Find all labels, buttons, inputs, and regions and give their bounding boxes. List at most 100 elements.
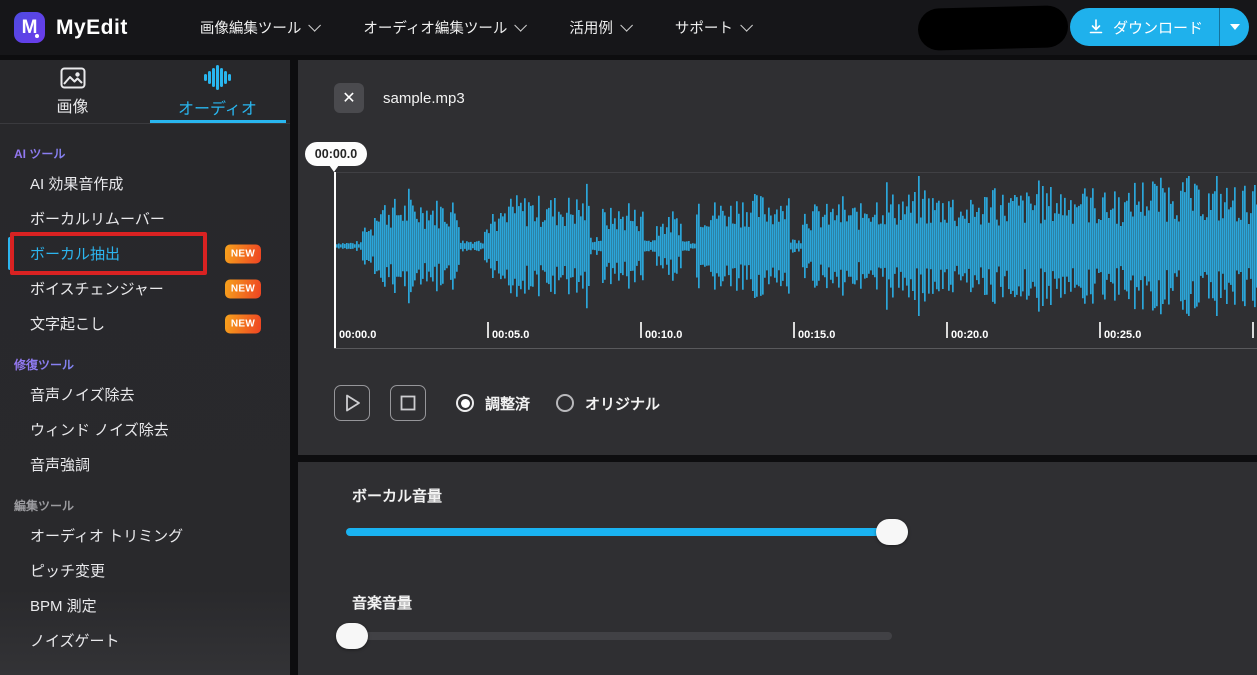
slider-track[interactable] — [336, 632, 892, 640]
sidebar-item[interactable]: ボイスチェンジャーNEW — [0, 271, 290, 306]
timeline-tick — [793, 322, 795, 338]
tooltip-pointer — [329, 165, 339, 172]
radio-label: オリジナル — [585, 393, 660, 414]
audio-waveform-icon — [204, 65, 231, 91]
download-options-button[interactable] — [1219, 8, 1249, 46]
timeline-tick-label: 00:15.0 — [798, 329, 835, 341]
chevron-down-icon — [740, 19, 753, 32]
radio-original[interactable]: オリジナル — [556, 393, 660, 414]
menu-label: サポート — [675, 17, 733, 38]
new-badge: NEW — [225, 314, 261, 333]
play-icon — [341, 392, 363, 414]
sidebar-item[interactable]: 音声強調 — [0, 447, 290, 482]
sidebar-item-active[interactable]: ボーカル抽出 NEW — [0, 236, 290, 271]
new-badge: NEW — [225, 279, 261, 298]
timeline-tick-label: 00:10.0 — [645, 329, 682, 341]
slider-track[interactable] — [346, 528, 908, 536]
sidebar-item-label: ピッチ変更 — [30, 560, 105, 581]
triangle-down-icon — [1230, 24, 1240, 30]
vocal-volume-slider[interactable] — [346, 518, 908, 546]
menu-image-tools[interactable]: 画像編集ツール — [200, 17, 318, 38]
editor-panel: ✕ sample.mp3 00:00.000:05.000:10.000:15.… — [298, 60, 1257, 455]
myedit-logo-icon: M — [14, 12, 45, 43]
music-volume-slider[interactable] — [336, 622, 892, 650]
image-icon — [60, 67, 86, 89]
waveform[interactable] — [334, 172, 1257, 348]
download-button[interactable]: ダウンロード — [1070, 8, 1219, 46]
waveform-graphic — [334, 173, 1257, 349]
myedit-app: M MyEdit 画像編集ツール オーディオ編集ツール 活用例 サポート — [0, 0, 1257, 675]
sidebar-item[interactable]: ボーカルリムーバー — [0, 201, 290, 236]
slider-label: 音楽音量 — [352, 592, 412, 613]
menu-use-cases[interactable]: 活用例 — [569, 17, 629, 38]
sidebar-tabs: 画像 オーディオ — [0, 60, 290, 124]
sidebar-section-title: 修復ツール — [0, 351, 290, 377]
preview-mode-radios: 調整済 オリジナル — [456, 385, 660, 421]
sidebar-sections: AI ツールAI 効果音作成ボーカルリムーバーボーカル抽出NEWボイスチェンジャ… — [0, 124, 290, 658]
radio-selected-icon — [456, 394, 474, 412]
sidebar-item-label: ボーカル抽出 — [30, 243, 120, 264]
menu-label: 画像編集ツール — [200, 17, 302, 38]
sidebar-item-label: ウィンド ノイズ除去 — [30, 419, 169, 440]
stop-button[interactable] — [390, 385, 426, 421]
menu-label: オーディオ編集ツール — [363, 17, 507, 38]
tab-audio-label: オーディオ — [178, 95, 257, 119]
close-file-button[interactable]: ✕ — [334, 83, 364, 113]
sidebar-item-label: 音声強調 — [30, 454, 90, 475]
timeline-tick-label: 00:25.0 — [1104, 329, 1141, 341]
radio-adjusted[interactable]: 調整済 — [456, 393, 530, 414]
active-indicator — [8, 237, 12, 270]
sidebar-item-label: 音声ノイズ除去 — [30, 384, 135, 405]
slider-handle[interactable] — [876, 519, 908, 545]
download-label: ダウンロード — [1113, 17, 1203, 38]
chevron-down-icon — [620, 19, 633, 32]
radio-dot — [461, 399, 470, 408]
play-button[interactable] — [334, 385, 370, 421]
sidebar-item[interactable]: AI 効果音作成 — [0, 166, 290, 201]
sidebar-item[interactable]: オーディオ トリミング — [0, 518, 290, 553]
brand[interactable]: M MyEdit — [0, 12, 128, 43]
sidebar-item[interactable]: 文字起こしNEW — [0, 306, 290, 341]
sidebar-item-label: AI 効果音作成 — [30, 173, 123, 194]
sidebar: 画像 オーディオ AI ツールAI 効果音作成ボーカルリムーバーボーカル抽出NE… — [0, 60, 290, 675]
sidebar-item[interactable]: BPM 測定 — [0, 588, 290, 623]
timeline-tick — [1099, 322, 1101, 338]
sidebar-item[interactable]: ウィンド ノイズ除去 — [0, 412, 290, 447]
new-badge: NEW — [225, 244, 261, 263]
sidebar-item-label: ボーカルリムーバー — [30, 208, 165, 229]
brand-name: MyEdit — [56, 16, 128, 40]
tab-image-label: 画像 — [56, 93, 88, 117]
download-split-button: ダウンロード — [1070, 8, 1249, 46]
playhead[interactable] — [334, 172, 336, 348]
timeline-tick — [640, 322, 642, 338]
slider-handle[interactable] — [336, 623, 368, 649]
timeline-tick-label: 00:00.0 — [339, 329, 376, 341]
redacted-account-area — [917, 5, 1068, 51]
menu-audio-tools[interactable]: オーディオ編集ツール — [363, 17, 523, 38]
timeline-tick-label: 00:20.0 — [951, 329, 988, 341]
download-icon — [1088, 19, 1104, 35]
mixer-panel: ボーカル音量 音楽音量 — [298, 462, 1257, 675]
sidebar-item[interactable]: ノイズゲート — [0, 623, 290, 658]
timeline-tick — [487, 322, 489, 338]
top-navbar: M MyEdit 画像編集ツール オーディオ編集ツール 活用例 サポート — [0, 0, 1257, 55]
sidebar-item-label: ノイズゲート — [30, 630, 120, 651]
chevron-down-icon — [515, 19, 528, 32]
timeline-tick — [946, 322, 948, 338]
chevron-down-icon — [309, 19, 322, 32]
sidebar-item[interactable]: ピッチ変更 — [0, 553, 290, 588]
radio-label: 調整済 — [485, 393, 530, 414]
slider-label: ボーカル音量 — [352, 485, 442, 506]
playhead-time-tooltip: 00:00.0 — [305, 142, 367, 166]
timeline-baseline — [334, 348, 1257, 349]
stop-icon — [397, 392, 419, 414]
menu-support[interactable]: サポート — [675, 17, 749, 38]
sidebar-item-label: BPM 測定 — [30, 595, 97, 616]
sidebar-item[interactable]: 音声ノイズ除去 — [0, 377, 290, 412]
timeline-tick-label: 00:05.0 — [492, 329, 529, 341]
nav-menus: 画像編集ツール オーディオ編集ツール 活用例 サポート — [200, 17, 749, 38]
sidebar-section-title: 編集ツール — [0, 492, 290, 518]
menu-label: 活用例 — [569, 17, 613, 38]
tab-audio[interactable]: オーディオ — [145, 60, 290, 123]
tab-image[interactable]: 画像 — [0, 60, 145, 123]
